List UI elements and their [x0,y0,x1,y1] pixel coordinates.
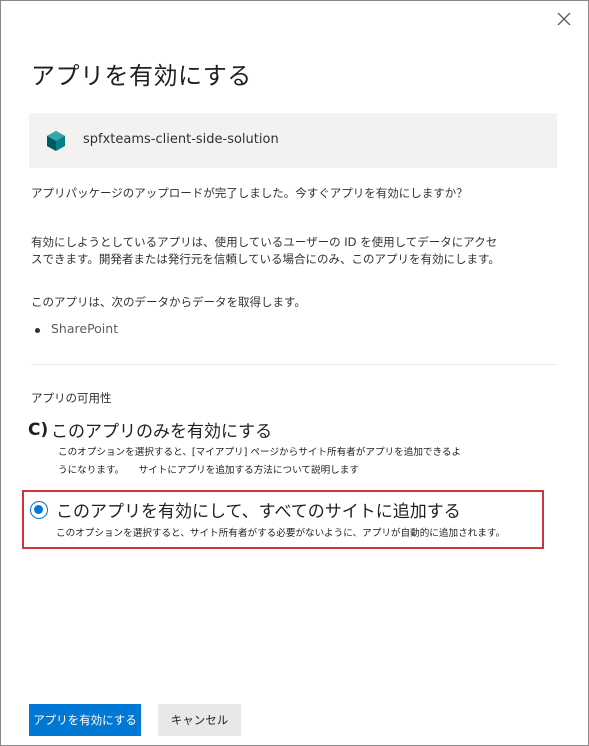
solution-name: spfxteams-client-side-solution [83,132,279,147]
option1-radio[interactable]: C) [28,420,48,440]
enable-app-panel: アプリを有効にする spfxteams-client-side-solution… [0,0,589,746]
divider [31,364,557,365]
option2-label[interactable]: このアプリを有効にして、すべてのサイトに追加する [56,497,461,522]
option1-description-line1: このオプションを選択すると、[マイアプリ] ページからサイト所有者がアプリを追加… [58,447,462,458]
enable-app-button[interactable]: アプリを有効にする [29,704,141,736]
availability-label: アプリの可用性 [31,391,112,405]
data-sources-intro: このアプリは、次のデータからデータを取得します。 [31,295,306,309]
bullet-icon [35,328,40,333]
solution-card: spfxteams-client-side-solution [29,113,557,168]
upload-complete-text: アプリパッケージのアップロードが完了しました。今すぐアプリを有効にしますか？ [31,186,468,200]
option1-label[interactable]: このアプリのみを有効にする [51,417,272,442]
option2-radio[interactable] [30,501,48,519]
panel-title: アプリを有効にする [31,62,252,90]
warning-text-line1: 有効にしようとしているアプリは、使用しているユーザーの ID を使用してデータに… [31,235,498,249]
warning-text-line2: スできます。開発者または発行元を信頼している場合にのみ、このアプリを有効にします… [31,252,500,266]
close-icon[interactable] [554,9,574,29]
package-icon [47,131,65,151]
radio-selected-dot [34,505,43,514]
data-source-item: SharePoint [51,321,119,336]
option1-description-line2: うになります。 サイトにアプリを追加する方法について説明します [58,465,359,476]
cancel-button[interactable]: キャンセル [158,704,241,736]
option2-description: このオプションを選択すると、サイト所有者がする必要がないように、アプリが自動的に… [56,528,506,539]
